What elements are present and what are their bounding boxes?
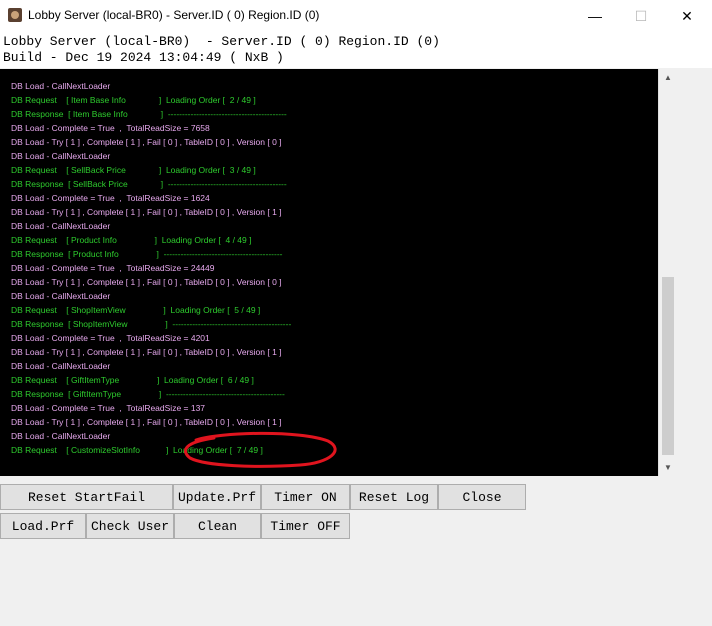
log-line: DB Request [ SellBack Price ] Loading Or…: [11, 165, 256, 175]
reset-startfail-button[interactable]: Reset StartFail: [0, 484, 173, 510]
timer-on-button[interactable]: Timer ON: [261, 484, 350, 510]
window-title: Lobby Server (local-BR0) - Server.ID ( 0…: [28, 8, 320, 22]
reset-log-button[interactable]: Reset Log: [350, 484, 438, 510]
log-line: DB Load - CallNextLoader: [11, 361, 111, 371]
server-info-header: Lobby Server (local-BR0) - Server.ID ( 0…: [0, 32, 712, 68]
server-info-line: Lobby Server (local-BR0) - Server.ID ( 0…: [3, 34, 440, 49]
log-scrollbar[interactable]: ▲ ▼: [658, 69, 677, 476]
log-line: DB Response [ ShopItemView ] -----------…: [11, 319, 292, 329]
title-bar: Lobby Server (local-BR0) - Server.ID ( 0…: [0, 0, 712, 32]
log-line: DB Load - Try [ 1 ] , Complete [ 1 ] , F…: [11, 277, 282, 287]
build-info-line: Build - Dec 19 2024 13:04:49 ( NxB ): [3, 50, 284, 65]
log-line: DB Load - Try [ 1 ] , Complete [ 1 ] , F…: [11, 207, 282, 217]
close-window-button[interactable]: ✕: [664, 0, 710, 32]
log-line: DB Response [ GiftItemType ] -----------…: [11, 389, 285, 399]
log-line: DB Response [ Item Base Info ] ---------…: [11, 109, 287, 119]
update-prf-button[interactable]: Update.Prf: [173, 484, 261, 510]
log-line: DB Request [ Product Info ] Loading Orde…: [11, 235, 252, 245]
log-line: DB Load - CallNextLoader: [11, 221, 111, 231]
log-line: DB Response [ Product Info ] -----------…: [11, 249, 283, 259]
log-line: DB Load - Try [ 1 ] , Complete [ 1 ] , F…: [11, 417, 282, 427]
log-line: DB Load - Complete = True , TotalReadSiz…: [11, 403, 206, 413]
minimize-button[interactable]: —: [572, 0, 618, 32]
timer-off-button[interactable]: Timer OFF: [261, 513, 350, 539]
log-line: DB Request [ Item Base Info ] Loading Or…: [11, 95, 256, 105]
log-line: DB Load - CallNextLoader: [11, 81, 111, 91]
log-line: DB Load - CallNextLoader: [11, 151, 111, 161]
load-prf-button[interactable]: Load.Prf: [0, 513, 86, 539]
scroll-up-arrow-icon[interactable]: ▲: [659, 69, 677, 86]
maximize-button[interactable]: ☐: [618, 0, 664, 32]
log-line: DB Load - CallNextLoader: [11, 431, 111, 441]
app-icon: [8, 8, 22, 22]
log-line: DB Request [ GiftItemType ] Loading Orde…: [11, 375, 254, 385]
log-line: DB Request [ CustomizeSlotInfo ] Loading…: [11, 445, 263, 455]
log-line: DB Load - Complete = True , TotalReadSiz…: [11, 263, 215, 273]
log-line: DB Load - Complete = True , TotalReadSiz…: [11, 193, 210, 203]
log-line: DB Request [ ShopItemView ] Loading Orde…: [11, 305, 261, 315]
log-line: DB Response [ SellBack Price ] ---------…: [11, 179, 287, 189]
log-line: DB Load - Try [ 1 ] , Complete [ 1 ] , F…: [11, 137, 282, 147]
log-output[interactable]: DB Load - CallNextLoader DB Request [ Ite…: [0, 69, 658, 476]
scroll-down-arrow-icon[interactable]: ▼: [659, 459, 677, 476]
check-user-button[interactable]: Check User: [86, 513, 174, 539]
scrollbar-thumb[interactable]: [662, 277, 674, 455]
log-line: DB Load - Complete = True , TotalReadSiz…: [11, 333, 210, 343]
log-line: DB Load - Complete = True , TotalReadSiz…: [11, 123, 210, 133]
log-line: DB Load - Try [ 1 ] , Complete [ 1 ] , F…: [11, 347, 282, 357]
close-button[interactable]: Close: [438, 484, 526, 510]
clean-button[interactable]: Clean: [174, 513, 261, 539]
log-line: DB Load - CallNextLoader: [11, 291, 111, 301]
